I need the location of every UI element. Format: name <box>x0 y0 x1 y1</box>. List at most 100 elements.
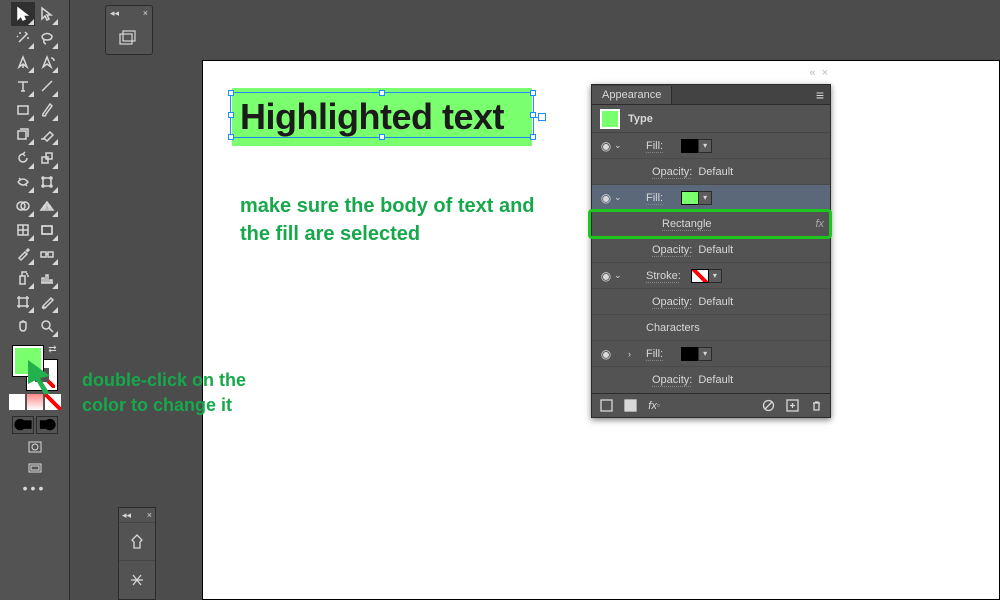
visibility-toggle[interactable]: ◉ <box>598 269 614 283</box>
text-out-port[interactable] <box>538 113 546 121</box>
handle-bot-left[interactable] <box>228 134 234 140</box>
close-panel-icon[interactable]: × <box>822 67 828 79</box>
symbol-sprayer-tool[interactable] <box>11 266 35 290</box>
gradient-tool[interactable] <box>35 218 59 242</box>
default-fill-stroke-icon[interactable] <box>11 380 23 392</box>
symbols-icon[interactable] <box>119 560 155 598</box>
swatch-dropdown[interactable]: ▾ <box>698 191 712 205</box>
appearance-row-fill-1[interactable]: ◉ ⌄ Fill: ▾ <box>592 133 830 159</box>
handle-top-mid[interactable] <box>379 90 385 96</box>
swap-fill-stroke-icon[interactable]: ⇄ <box>47 344 59 356</box>
visibility-toggle[interactable]: ◉ <box>598 139 614 153</box>
color-mode-gradient[interactable] <box>27 394 43 410</box>
collapse-panel-icon[interactable]: « <box>809 67 815 79</box>
appearance-panel[interactable]: «× Appearance ≡ Type ◉ ⌄ Fill: ▾ Opacity… <box>591 84 831 418</box>
draw-behind[interactable] <box>36 416 58 434</box>
target-type-label: Type <box>628 113 653 125</box>
appearance-row-opacity-2[interactable]: Opacity: Default <box>592 237 830 263</box>
appearance-row-opacity-3[interactable]: Opacity: Default <box>592 289 830 315</box>
blend-tool[interactable] <box>35 242 59 266</box>
lasso-tool[interactable] <box>35 26 59 50</box>
draw-normal[interactable] <box>12 416 34 434</box>
scale-tool[interactable] <box>35 146 59 170</box>
paintbrush-tool[interactable] <box>35 98 59 122</box>
eraser-tool[interactable] <box>35 122 59 146</box>
opacity-label: Opacity: <box>652 166 692 178</box>
magic-wand-tool[interactable] <box>11 26 35 50</box>
artboard-nav-pager[interactable]: ◂◂ × <box>105 5 153 55</box>
chevron-down-icon[interactable]: ⌄ <box>614 192 628 203</box>
color-mode-none[interactable] <box>45 394 61 410</box>
opacity-value[interactable]: Default <box>698 296 733 308</box>
color-mode-solid[interactable] <box>9 394 25 410</box>
stroke-swatch-none[interactable] <box>691 269 709 283</box>
close-icon[interactable]: × <box>147 510 152 520</box>
chevron-down-icon[interactable]: ⌄ <box>614 140 628 151</box>
appearance-row-stroke[interactable]: ◉ ⌄ Stroke: ▾ <box>592 263 830 289</box>
mesh-tool[interactable] <box>11 218 35 242</box>
clear-appearance-icon[interactable] <box>760 398 776 414</box>
side-dock[interactable]: ◂◂ × <box>118 507 156 600</box>
direct-selection-tool[interactable] <box>35 2 59 26</box>
appearance-tab[interactable]: Appearance <box>592 86 672 104</box>
shaper-tool[interactable] <box>11 122 35 146</box>
eyedropper-tool[interactable] <box>11 242 35 266</box>
appearance-row-rectangle[interactable]: Rectangle fx <box>592 211 830 237</box>
handle-bot-mid[interactable] <box>379 134 385 140</box>
free-transform-tool[interactable] <box>35 170 59 194</box>
selected-text-object[interactable]: Highlighted text <box>232 88 532 146</box>
visibility-toggle[interactable]: ◉ <box>598 191 614 205</box>
draw-inside[interactable] <box>24 438 46 456</box>
curvature-tool[interactable] <box>35 50 59 74</box>
shape-builder-tool[interactable] <box>11 194 35 218</box>
swatch-dropdown[interactable]: ▾ <box>698 139 712 153</box>
appearance-row-fill-2[interactable]: ◉ ⌄ Fill: ▾ <box>592 185 830 211</box>
artboard-tool[interactable] <box>11 290 35 314</box>
panel-menu-icon[interactable]: ≡ <box>810 87 830 103</box>
appearance-row-fill-3[interactable]: ◉ › Fill: ▾ <box>592 341 830 367</box>
fill-swatch-green[interactable] <box>681 191 699 205</box>
new-art-basic-icon[interactable] <box>598 398 614 414</box>
rectangle-tool[interactable] <box>11 98 35 122</box>
screen-mode[interactable] <box>24 460 46 478</box>
brushes-icon[interactable] <box>119 522 155 560</box>
opacity-value[interactable]: Default <box>698 166 733 178</box>
hand-tool[interactable] <box>11 314 35 338</box>
close-icon[interactable]: × <box>143 8 148 18</box>
fill-swatch-black[interactable] <box>681 347 699 361</box>
target-thumb[interactable] <box>600 109 620 129</box>
appearance-row-opacity-4[interactable]: Opacity: Default <box>592 367 830 393</box>
chevron-down-icon[interactable]: ⌄ <box>614 270 628 281</box>
perspective-grid-tool[interactable] <box>35 194 59 218</box>
opacity-value[interactable]: Default <box>698 374 733 386</box>
handle-mid-left[interactable] <box>228 112 234 118</box>
swatch-dropdown[interactable]: ▾ <box>698 347 712 361</box>
fill-swatch-black[interactable] <box>681 139 699 153</box>
duplicate-item-icon[interactable] <box>784 398 800 414</box>
handle-top-left[interactable] <box>228 90 234 96</box>
appearance-row-opacity-1[interactable]: Opacity: Default <box>592 159 830 185</box>
rotate-tool[interactable] <box>11 146 35 170</box>
delete-item-icon[interactable] <box>808 398 824 414</box>
swatch-dropdown[interactable]: ▾ <box>708 269 722 283</box>
new-art-maintain-icon[interactable] <box>622 398 638 414</box>
collapse-icon[interactable]: ◂◂ <box>110 8 119 19</box>
handle-top-right[interactable] <box>530 90 536 96</box>
add-effect-icon[interactable]: fx▫ <box>646 398 662 414</box>
line-segment-tool[interactable] <box>35 74 59 98</box>
visibility-toggle[interactable]: ◉ <box>598 347 614 361</box>
fx-icon[interactable]: fx <box>815 218 824 230</box>
collapse-icon[interactable]: ◂◂ <box>122 510 131 521</box>
pen-tool[interactable] <box>11 50 35 74</box>
zoom-tool[interactable] <box>35 314 59 338</box>
slice-tool[interactable] <box>35 290 59 314</box>
opacity-value[interactable]: Default <box>698 244 733 256</box>
appearance-row-characters[interactable]: Characters <box>592 315 830 341</box>
selection-tool[interactable] <box>11 2 35 26</box>
edit-toolbar[interactable]: ••• <box>11 480 59 496</box>
width-tool[interactable] <box>11 170 35 194</box>
type-tool[interactable] <box>11 74 35 98</box>
handle-bot-right[interactable] <box>530 134 536 140</box>
chevron-right-icon[interactable]: › <box>628 349 642 359</box>
column-graph-tool[interactable] <box>35 266 59 290</box>
